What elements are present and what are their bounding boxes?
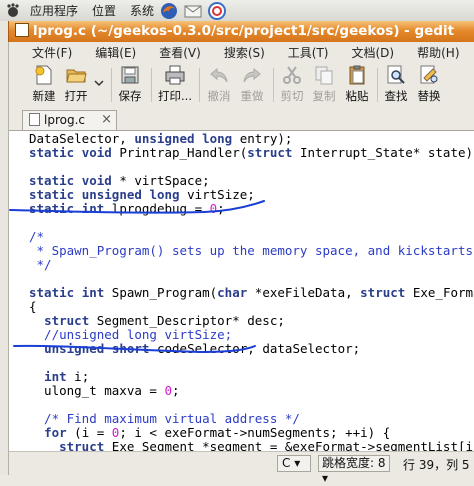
find-replace-icon xyxy=(420,65,438,84)
panel-menu-applications[interactable]: 应用程序 xyxy=(30,2,78,19)
code-line: static int Spawn_Program(char *exeFileDa… xyxy=(29,285,474,300)
open-recent-dropdown[interactable] xyxy=(93,76,105,90)
code-line: unsigned short codeSelector, dataSelecto… xyxy=(44,341,361,356)
toolbar-separator xyxy=(199,68,200,102)
code-line: /* Find maximum virtual address */ xyxy=(29,411,300,426)
scissors-icon xyxy=(283,66,301,84)
code-line: { xyxy=(29,299,37,314)
code-line: struct Segment_Descriptor* desc; xyxy=(44,313,285,328)
menu-view[interactable]: 查看(V) xyxy=(159,44,201,61)
menu-bar: 文件(F) 编辑(E) 查看(V) 搜索(S) 工具(T) 文档(D) 帮助(H… xyxy=(9,42,474,62)
cut-button[interactable]: 剪切 xyxy=(277,64,307,104)
code-line: ulong_t maxva = 0; xyxy=(29,383,180,398)
chevron-down-icon xyxy=(94,80,104,87)
language-selector[interactable]: C ▾ xyxy=(277,455,311,472)
save-disk-icon xyxy=(121,66,139,84)
new-document-icon xyxy=(35,65,52,85)
toolbar-separator xyxy=(151,68,152,102)
code-line: for (i = 0; i < exeFormat->numSegments; … xyxy=(44,425,391,440)
code-line: * Spawn_Program() sets up the memory spa… xyxy=(36,243,474,258)
toolbar-separator xyxy=(273,68,274,102)
menu-help[interactable]: 帮助(H) xyxy=(417,44,459,61)
undo-arrow-icon xyxy=(210,67,228,83)
code-line: /* xyxy=(29,229,45,244)
tab-width-selector[interactable]: 跳格宽度: 8 ▾ xyxy=(318,455,390,485)
paste-clipboard-icon xyxy=(349,65,365,85)
code-line: static void * virtSpace; xyxy=(29,173,210,188)
search-icon xyxy=(387,65,405,84)
window-title-bar[interactable]: lprog.c (~/geekos-0.3.0/src/project1/src… xyxy=(8,21,474,42)
menu-documents[interactable]: 文档(D) xyxy=(352,44,395,61)
code-line: int i; xyxy=(44,369,90,384)
new-button[interactable]: 新建 xyxy=(29,64,59,104)
redo-arrow-icon xyxy=(243,67,261,83)
gedit-window-icon xyxy=(15,23,29,37)
document-tab-bar: lprog.c × xyxy=(9,108,474,131)
code-line: DataSelector, unsigned long entry); xyxy=(29,131,293,146)
text-file-icon xyxy=(29,113,40,126)
tab-lprog-c[interactable]: lprog.c × xyxy=(22,110,117,130)
copy-button[interactable]: 复制 xyxy=(309,64,339,104)
code-line: //unsigned long virtSize; xyxy=(29,327,233,342)
copy-icon xyxy=(315,66,333,85)
code-line: */ xyxy=(29,257,52,272)
firefox-icon[interactable] xyxy=(160,2,178,20)
print-button[interactable]: 打印... xyxy=(155,64,195,104)
printer-icon xyxy=(165,65,185,85)
code-line: struct Exe_Segment *segment = &exeFormat… xyxy=(59,439,474,452)
open-button[interactable]: 打开 xyxy=(61,64,91,104)
toolbar-separator xyxy=(111,68,112,102)
toolbar: 新建 打开 保存 打印... 撤消 重做 剪切 复制 粘贴 查找 替换 xyxy=(9,62,474,109)
menu-search[interactable]: 搜索(S) xyxy=(224,44,265,61)
undo-button[interactable]: 撤消 xyxy=(204,64,234,104)
replace-button[interactable]: 替换 xyxy=(414,64,444,104)
toolbar-separator xyxy=(377,68,378,102)
mail-icon[interactable] xyxy=(184,2,202,20)
paste-button[interactable]: 粘贴 xyxy=(342,64,372,104)
code-line: static unsigned long virtSize; xyxy=(29,187,255,202)
close-tab-icon[interactable]: × xyxy=(101,111,112,129)
redo-button[interactable]: 重做 xyxy=(237,64,267,104)
find-button[interactable]: 查找 xyxy=(381,64,411,104)
menu-file[interactable]: 文件(F) xyxy=(32,44,72,61)
cursor-position: 行 39，列 5 xyxy=(403,458,470,472)
open-folder-icon xyxy=(66,69,87,83)
menu-edit[interactable]: 编辑(E) xyxy=(95,44,136,61)
help-icon[interactable] xyxy=(208,1,227,20)
code-editor[interactable]: DataSelector, unsigned long entry); stat… xyxy=(9,131,474,451)
panel-menu-system[interactable]: 系统 xyxy=(130,2,154,19)
panel-menu-places[interactable]: 位置 xyxy=(92,2,116,19)
window-left-edge xyxy=(0,21,9,475)
menu-tools[interactable]: 工具(T) xyxy=(288,44,329,61)
save-button[interactable]: 保存 xyxy=(115,64,145,104)
gnome-foot-icon[interactable] xyxy=(4,2,22,20)
window-title: lprog.c (~/geekos-0.3.0/src/project1/src… xyxy=(33,23,455,39)
top-panel: 应用程序 位置 系统 xyxy=(0,0,474,22)
code-line: static int lprogdebug = 0; xyxy=(29,201,225,216)
status-bar: C ▾ 跳格宽度: 8 ▾ 行 39，列 5 xyxy=(9,451,474,485)
code-line: static void Printrap_Handler(struct Inte… xyxy=(29,145,474,160)
